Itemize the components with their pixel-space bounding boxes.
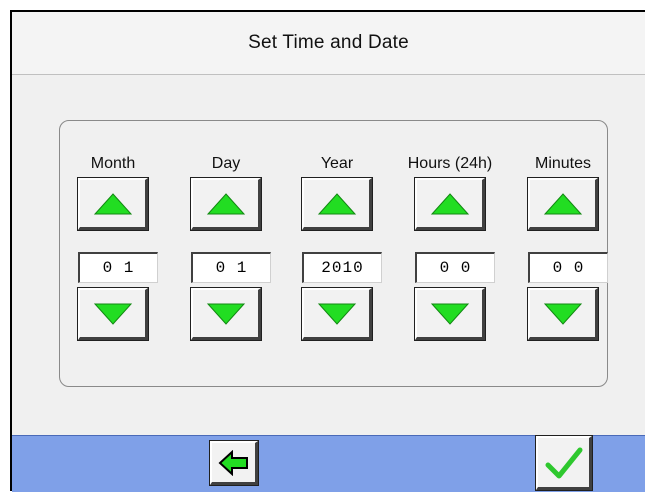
main-area: Month 0 1 Day 0 1 Year 2010 Hours (24h) … <box>12 75 645 435</box>
back-button[interactable] <box>209 440 259 486</box>
day-up-button[interactable] <box>190 177 262 231</box>
minutes-down-button[interactable] <box>527 287 599 341</box>
triangle-down-icon <box>93 303 132 325</box>
hours-label: Hours (24h) <box>407 155 493 172</box>
year-value[interactable]: 2010 <box>302 252 382 283</box>
bottom-toolbar <box>12 435 645 492</box>
title-bar: Set Time and Date <box>12 12 645 75</box>
year-up-button[interactable] <box>301 177 373 231</box>
month-value[interactable]: 0 1 <box>78 252 158 283</box>
minutes-value[interactable]: 0 0 <box>528 252 608 283</box>
set-time-date-screen: Set Time and Date Month 0 1 Day 0 1 Year… <box>10 10 645 492</box>
triangle-up-icon <box>93 192 132 214</box>
date-time-group: Month 0 1 Day 0 1 Year 2010 Hours (24h) … <box>59 120 608 387</box>
triangle-up-icon <box>317 192 356 214</box>
month-up-button[interactable] <box>77 177 149 231</box>
page-title: Set Time and Date <box>248 32 409 53</box>
year-down-button[interactable] <box>301 287 373 341</box>
triangle-down-icon <box>206 303 245 325</box>
hours-up-button[interactable] <box>414 177 486 231</box>
day-down-button[interactable] <box>190 287 262 341</box>
back-arrow-icon <box>218 449 248 476</box>
triangle-up-icon <box>430 192 469 214</box>
day-label: Day <box>211 155 241 172</box>
triangle-down-icon <box>430 303 469 325</box>
year-label: Year <box>320 155 354 172</box>
month-label: Month <box>90 155 136 172</box>
day-value[interactable]: 0 1 <box>191 252 271 283</box>
hours-down-button[interactable] <box>414 287 486 341</box>
triangle-down-icon <box>543 303 582 325</box>
minutes-label: Minutes <box>534 155 592 172</box>
minutes-up-button[interactable] <box>527 177 599 231</box>
triangle-up-icon <box>543 192 582 214</box>
triangle-down-icon <box>317 303 356 325</box>
checkmark-icon <box>545 447 582 478</box>
triangle-up-icon <box>206 192 245 214</box>
confirm-button[interactable] <box>535 435 593 491</box>
hours-value[interactable]: 0 0 <box>415 252 495 283</box>
month-down-button[interactable] <box>77 287 149 341</box>
